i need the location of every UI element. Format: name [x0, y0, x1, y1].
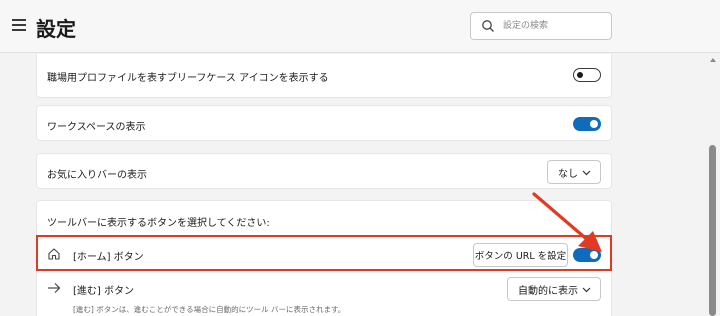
setting-card-workspace: ワークスペースの表示 [36, 105, 612, 141]
scrollbar-thumb[interactable] [709, 145, 716, 316]
forward-arrow-icon [48, 283, 61, 293]
forward-button-label: [進む] ボタン [73, 286, 134, 297]
home-icon [48, 248, 60, 260]
setting-label-profile-icon: 職場用プロファイルを表すブリーフケース アイコンを表示する [47, 73, 329, 84]
toggle-workspace[interactable] [573, 117, 601, 131]
forward-button-dropdown-value: 自動的に表示 [518, 285, 578, 297]
page-title: 設定 [36, 17, 76, 41]
setting-card-favorites-bar: お気に入りバーの表示 なし [36, 153, 612, 189]
search-input[interactable] [503, 18, 603, 34]
chevron-down-icon [582, 170, 591, 176]
scroll-up-arrow-icon[interactable] [710, 58, 716, 62]
chevron-down-icon [582, 287, 591, 293]
search-icon [482, 20, 494, 32]
toggle-profile-icon[interactable] [573, 68, 601, 82]
setting-label-favorites-bar: お気に入りバーの表示 [47, 170, 147, 181]
favorites-bar-dropdown-value: なし [558, 168, 578, 180]
header-bar: 設定 [0, 0, 720, 53]
toolbar-section-heading: ツールバーに表示するボタンを選択してください: [47, 218, 270, 229]
forward-button-dropdown[interactable]: 自動的に表示 [507, 277, 601, 301]
menu-icon[interactable] [12, 19, 26, 31]
search-box[interactable] [470, 12, 612, 40]
favorites-bar-dropdown[interactable]: なし [547, 160, 601, 184]
setting-card-profile-icon: 職場用プロファイルを表すブリーフケース アイコンを表示する [36, 54, 612, 98]
red-arrow-annotation [532, 192, 602, 252]
setting-label-workspace: ワークスペースの表示 [47, 122, 146, 133]
home-button-label: [ホーム] ボタン [73, 252, 144, 263]
forward-button-description: [進む] ボタンは、進むことができる場合に自動的にツール バーに表示されます。 [73, 305, 346, 314]
